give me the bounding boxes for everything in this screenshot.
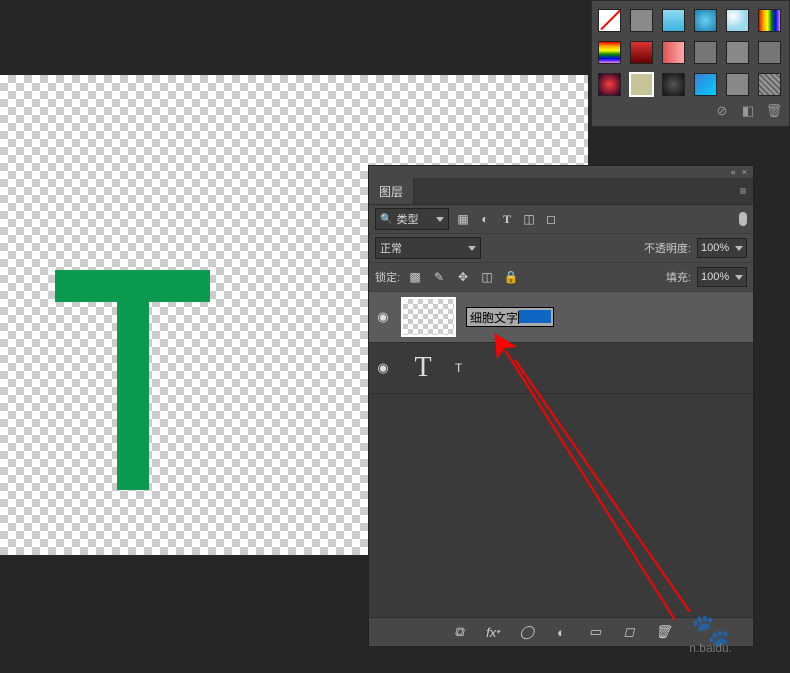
image-filter-icon[interactable]: ▦: [455, 211, 471, 227]
swatch[interactable]: [630, 9, 653, 32]
fill-value[interactable]: 100%: [697, 267, 747, 287]
opacity-value[interactable]: 100%: [697, 238, 747, 258]
fx-icon[interactable]: fx▾: [485, 624, 501, 640]
blend-mode-select[interactable]: 正常: [375, 237, 481, 259]
swatch[interactable]: [758, 73, 781, 96]
layer-row[interactable]: ◉ T T: [369, 343, 753, 394]
swatch[interactable]: [694, 9, 717, 32]
swatch[interactable]: [758, 41, 781, 64]
layers-panel: « × 图层 ≡ 🔍 类型 ▦ ◐ T ◫ ◻ 正常 不透明度: 100%: [368, 165, 754, 647]
lock-label: 锁定:: [375, 269, 400, 285]
swatch-none[interactable]: [598, 9, 621, 32]
swatch[interactable]: [598, 73, 621, 96]
blend-row: 正常 不透明度: 100%: [369, 234, 753, 263]
new-layer-icon[interactable]: ◻: [621, 624, 637, 640]
layer-thumbnail-type[interactable]: T: [401, 349, 445, 387]
group-icon[interactable]: ▭: [587, 624, 603, 640]
panel-close-icon[interactable]: ×: [742, 167, 747, 177]
swatch[interactable]: [726, 9, 749, 32]
visibility-eye-icon[interactable]: ◉: [375, 309, 391, 325]
new-swatch-icon[interactable]: ◧: [741, 104, 755, 118]
tab-layers[interactable]: 图层: [369, 178, 414, 204]
opacity-label: 不透明度:: [644, 240, 691, 256]
filter-toggle[interactable]: [739, 212, 747, 226]
shape-filter-icon[interactable]: ◫: [521, 211, 537, 227]
lock-artboard-icon[interactable]: ◫: [478, 269, 496, 285]
layer-row[interactable]: ◉ 细胞文字: [369, 292, 753, 343]
blend-mode-value: 正常: [380, 240, 402, 256]
layer-name-input[interactable]: 细胞文字: [466, 307, 554, 327]
swatch[interactable]: [598, 41, 621, 64]
swatch[interactable]: [630, 41, 653, 64]
swatch[interactable]: [726, 41, 749, 64]
swatch[interactable]: [694, 41, 717, 64]
layer-list: ◉ 细胞文字 ◉ T T: [369, 292, 753, 617]
filter-type-label: 类型: [396, 211, 418, 227]
type-filter-icon[interactable]: T: [499, 211, 515, 227]
lock-pixels-icon[interactable]: ▩: [406, 269, 424, 285]
link-icon[interactable]: ⧉: [451, 624, 467, 640]
trash-icon[interactable]: 🗑: [767, 104, 781, 118]
swatch[interactable]: [726, 73, 749, 96]
swatch[interactable]: [662, 41, 685, 64]
layer-name-label: T: [455, 361, 462, 375]
layer-filter-row: 🔍 类型 ▦ ◐ T ◫ ◻: [369, 205, 753, 234]
swatch[interactable]: [694, 73, 717, 96]
no-entry-icon[interactable]: ⊘: [715, 104, 729, 118]
swatch[interactable]: [662, 73, 685, 96]
lock-all-icon[interactable]: 🔒: [502, 269, 520, 285]
visibility-eye-icon[interactable]: ◉: [375, 360, 391, 376]
layer-thumbnail[interactable]: [401, 297, 456, 337]
trash-icon[interactable]: 🗑: [655, 624, 671, 640]
smart-filter-icon[interactable]: ◻: [543, 211, 559, 227]
lock-row: 锁定: ▩ ✎ ✥ ◫ 🔒 填充: 100%: [369, 263, 753, 292]
layers-panel-footer: ⧉ fx▾ ◯ ◐ ▭ ◻ 🗑: [369, 617, 753, 646]
swatch[interactable]: [758, 9, 781, 32]
fill-label: 填充:: [666, 269, 691, 285]
lock-move-icon[interactable]: ✥: [454, 269, 472, 285]
swatch-selected[interactable]: [630, 73, 653, 96]
mask-icon[interactable]: ◯: [519, 624, 535, 640]
swatches-panel: ⊘ ◧ 🗑: [591, 0, 790, 127]
swatch[interactable]: [662, 9, 685, 32]
adjustment-icon[interactable]: ◐: [553, 624, 569, 640]
lock-brush-icon[interactable]: ✎: [430, 269, 448, 285]
filter-type-select[interactable]: 🔍 类型: [375, 208, 449, 230]
swatches-grid: [598, 9, 783, 96]
adjust-filter-icon[interactable]: ◐: [477, 211, 493, 227]
panel-collapse-icon[interactable]: «: [731, 167, 736, 177]
panel-menu-icon[interactable]: ≡: [733, 178, 753, 204]
